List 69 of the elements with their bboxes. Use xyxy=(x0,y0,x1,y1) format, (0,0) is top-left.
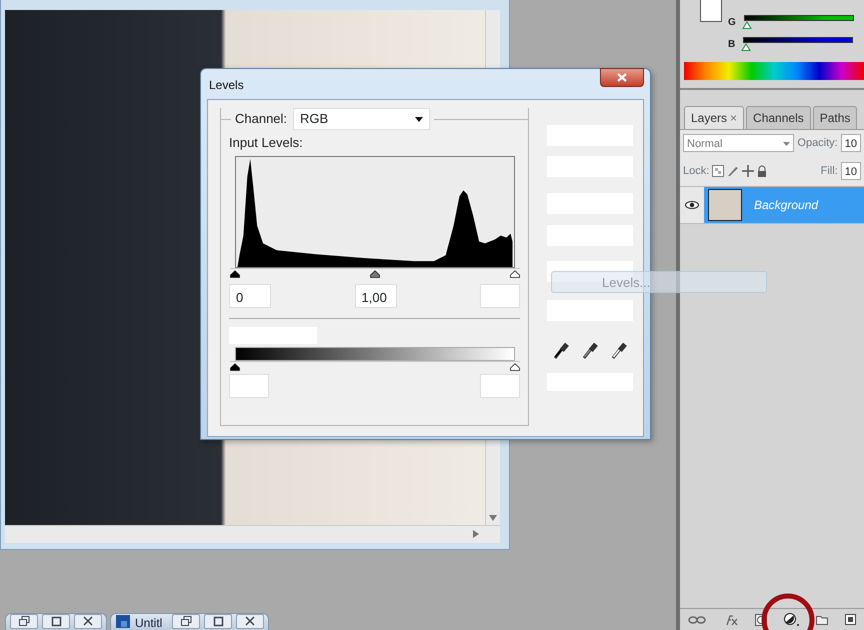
move-icon[interactable] xyxy=(742,165,754,177)
dropdown-caret-icon xyxy=(783,142,790,146)
maximize-icon xyxy=(50,616,62,627)
eyedropper-icon[interactable] xyxy=(610,341,627,359)
fill-field[interactable]: 10 xyxy=(840,162,861,180)
layer-name: Background xyxy=(754,197,818,214)
color-slider-track[interactable] xyxy=(741,36,856,52)
output-level-field[interactable] xyxy=(480,374,520,398)
lock-icon[interactable] xyxy=(757,165,768,177)
slider-track[interactable] xyxy=(230,360,520,370)
color-swatch[interactable] xyxy=(700,0,722,22)
close-button[interactable] xyxy=(236,614,264,629)
channel-label: G xyxy=(728,16,736,30)
maximize-button[interactable] xyxy=(42,614,70,629)
slider-thumb[interactable] xyxy=(510,362,520,370)
restore-button[interactable] xyxy=(172,614,200,629)
brush-icon[interactable] xyxy=(727,165,740,177)
slider-thumb[interactable] xyxy=(510,270,520,278)
color-slider-track[interactable] xyxy=(742,14,856,30)
scroll-right-arrow-icon[interactable] xyxy=(473,530,479,538)
opacity-label: Opacity: xyxy=(797,136,838,151)
slider-track[interactable] xyxy=(230,268,520,278)
panel-tab[interactable]: Channels xyxy=(746,106,811,129)
blend-mode-dropdown[interactable]: Normal xyxy=(683,134,794,152)
opacity-field[interactable]: 10 xyxy=(840,134,861,152)
color-spectrum-bar[interactable] xyxy=(684,62,864,80)
channel-label: Channel: xyxy=(235,110,288,128)
close-button[interactable] xyxy=(74,614,102,629)
dialog-title: Levels xyxy=(208,77,245,94)
visibility-eye-icon[interactable] xyxy=(685,201,699,209)
maximize-icon xyxy=(212,616,224,627)
close-icon xyxy=(82,616,94,627)
layer-thumbnail xyxy=(708,189,742,221)
horizontal-scrollbar[interactable] xyxy=(5,525,500,543)
tab-close-button[interactable]: × xyxy=(730,111,738,125)
close-icon xyxy=(617,73,627,82)
minimized-window[interactable]: Untitl xyxy=(110,613,270,630)
channel-dropdown[interactable]: RGB xyxy=(293,108,430,130)
link-icon[interactable] xyxy=(688,616,706,624)
adjustment-layer-icon[interactable] xyxy=(784,613,800,626)
panel-tab[interactable]: Paths xyxy=(812,106,858,129)
input-levels-label: Input Levels: xyxy=(229,134,304,152)
eyedropper-icon[interactable] xyxy=(553,341,570,359)
slider-thumb[interactable] xyxy=(370,270,380,278)
minimized-window[interactable] xyxy=(5,613,107,630)
restore-icon xyxy=(18,616,30,627)
new-layer-icon[interactable] xyxy=(844,614,856,625)
close-button[interactable] xyxy=(600,68,644,87)
maximize-button[interactable] xyxy=(204,614,232,629)
scroll-down-arrow-icon[interactable] xyxy=(489,515,497,521)
slider-thumb[interactable] xyxy=(230,362,240,370)
input-level-field[interactable]: 1,00 xyxy=(354,284,396,308)
dropdown-caret-icon xyxy=(415,116,424,122)
slider-thumb[interactable] xyxy=(230,270,240,278)
input-level-field[interactable] xyxy=(480,284,520,308)
close-icon xyxy=(244,616,256,627)
input-level-field[interactable]: 0 xyxy=(229,284,271,308)
restore-button[interactable] xyxy=(10,614,38,629)
panel-tab[interactable]: Layers × xyxy=(684,106,744,129)
output-level-field[interactable] xyxy=(229,374,269,398)
fill-label: Fill: xyxy=(820,164,838,179)
lock-label: Lock: xyxy=(683,164,710,179)
channel-label: B xyxy=(728,38,736,52)
document-icon xyxy=(115,614,131,628)
lock-transparency-icon[interactable] xyxy=(712,165,724,177)
folder-icon[interactable] xyxy=(816,614,828,624)
restore-icon xyxy=(180,616,192,627)
eyedropper-icon[interactable] xyxy=(582,341,598,359)
window-title: Untitl xyxy=(135,615,162,630)
